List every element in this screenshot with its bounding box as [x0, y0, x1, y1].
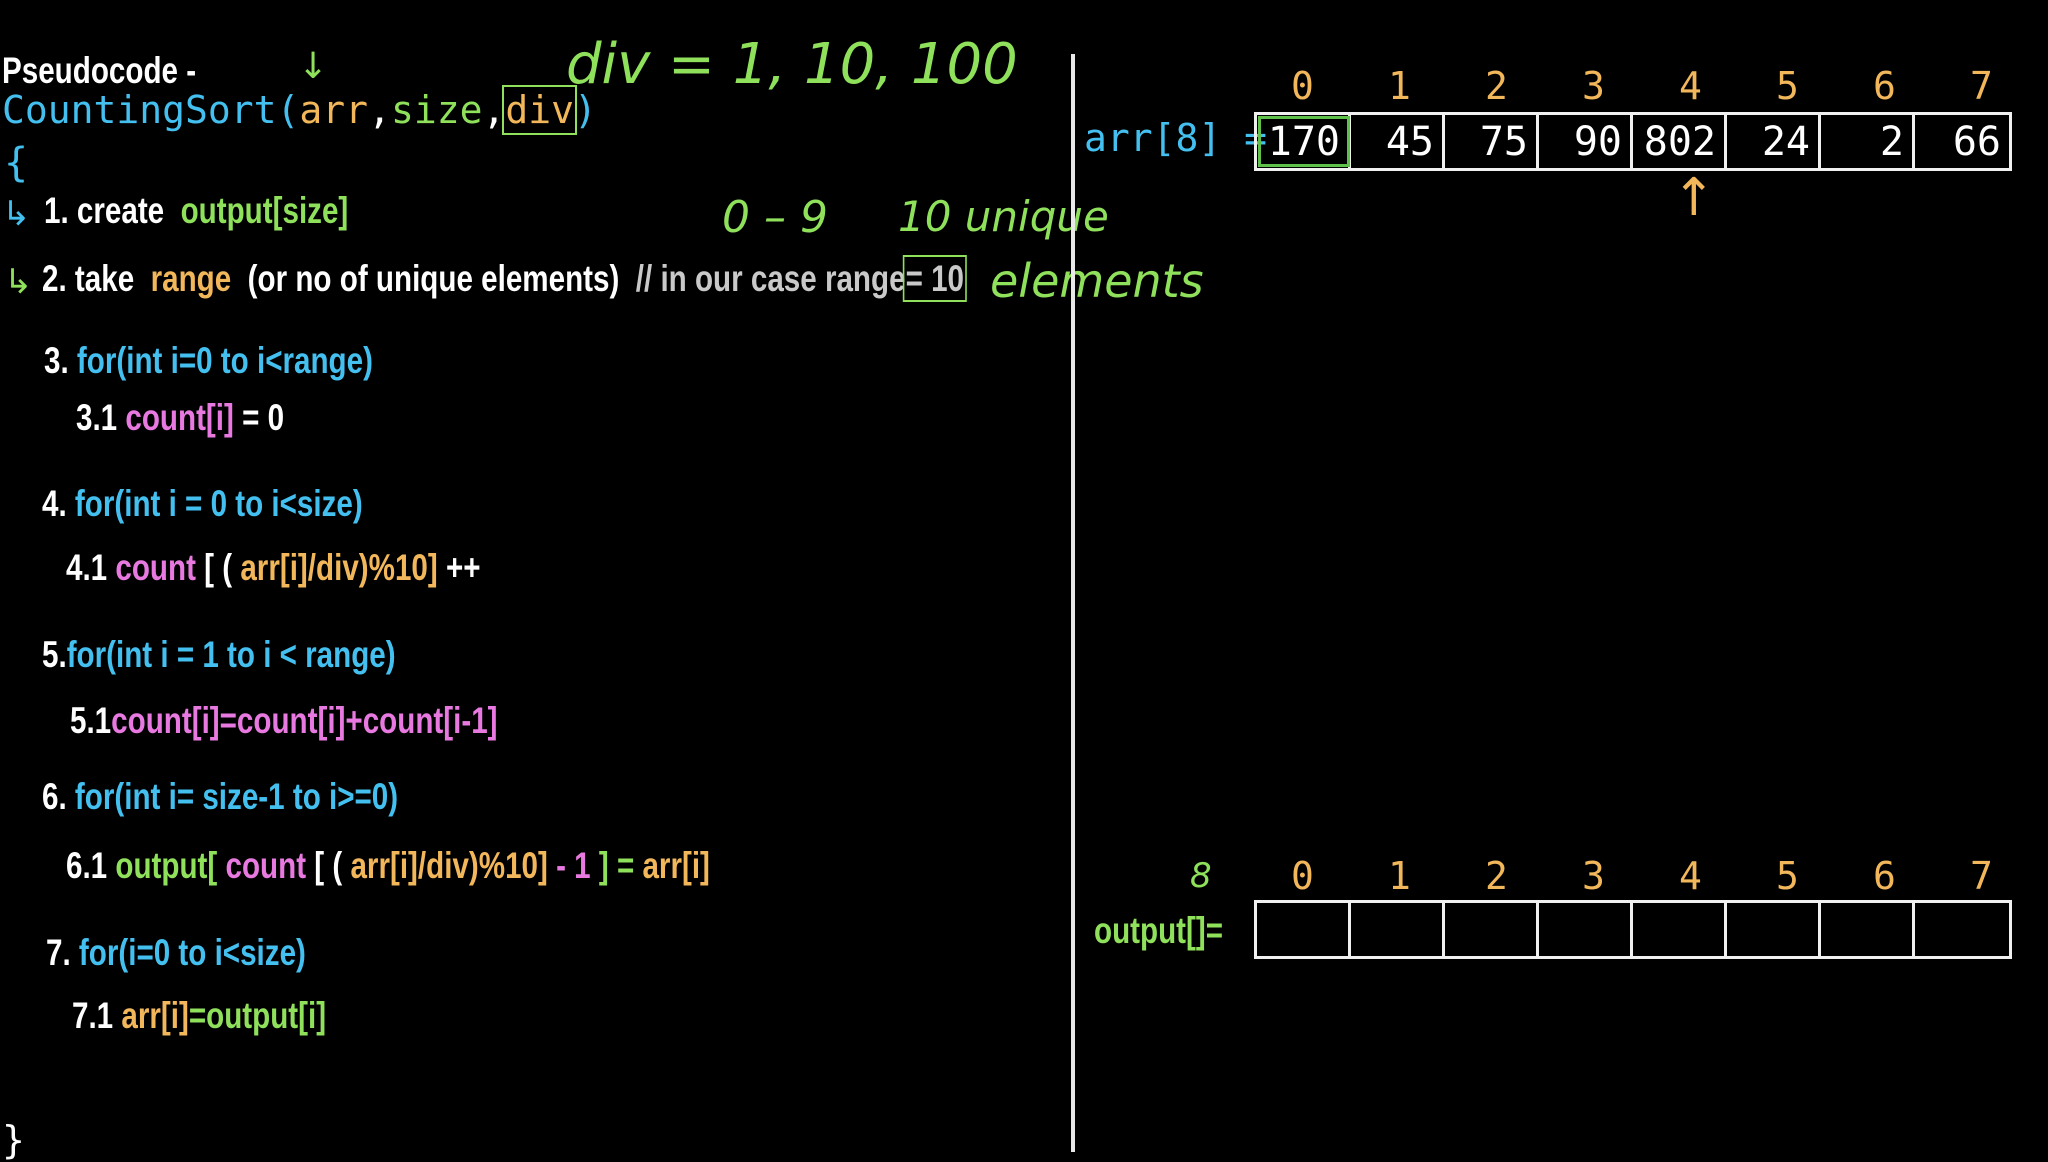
arr-index: 0 — [1291, 64, 1314, 108]
function-name: CountingSort( — [2, 88, 300, 132]
arr-cell: 802 — [1633, 115, 1727, 168]
vertical-divider — [1071, 54, 1075, 1152]
step-arrow-icon: ↳ — [2, 195, 31, 233]
step-7-1: 7.1 arr[i]=output[i] — [72, 995, 327, 1036]
arr-cell: 45 — [1351, 115, 1445, 168]
output-index: 5 — [1776, 854, 1799, 898]
arr-cell: 90 — [1539, 115, 1633, 168]
output-index: 0 — [1291, 854, 1314, 898]
step-6: 6. for(int i= size-1 to i>=0) — [42, 776, 399, 817]
output-table — [1254, 900, 2012, 959]
output-cell — [1257, 903, 1351, 956]
output-cell — [1821, 903, 1915, 956]
output-index: 3 — [1582, 854, 1605, 898]
step-arrow-icon: ↳ — [4, 263, 33, 301]
unique-note: 10 unique — [898, 192, 1109, 241]
output-cell — [1633, 903, 1727, 956]
step-5: 5.for(int i = 1 to i < range) — [42, 634, 396, 675]
param-div: div — [502, 85, 577, 135]
step-2: 2. take range (or no of unique elements)… — [42, 255, 967, 302]
step-3: 3. for(int i=0 to i<range) — [44, 340, 373, 381]
arr-index: 5 — [1776, 64, 1799, 108]
output-size-note: 8 — [1190, 856, 1212, 896]
step-3-1: 3.1 count[i] = 0 — [76, 397, 285, 438]
arr-cell: 24 — [1727, 115, 1821, 168]
arr-index: 2 — [1485, 64, 1508, 108]
output-cell — [1539, 903, 1633, 956]
output-cell — [1445, 903, 1539, 956]
arr-index-row: 0 1 2 3 4 5 6 7 — [1254, 64, 2030, 108]
down-arrow-icon: ↓ — [298, 46, 329, 87]
range-value: = 10 — [903, 255, 967, 302]
param-arr: arr — [299, 88, 369, 132]
elements-note: elements — [990, 254, 1204, 308]
pseudocode-heading: Pseudocode - — [2, 50, 197, 91]
output-index: 4 — [1679, 854, 1702, 898]
arr-label: arr[8] = — [1084, 116, 1268, 160]
open-brace: { — [4, 140, 29, 186]
up-arrow-icon: ↑ — [1672, 168, 1716, 228]
arr-cell: 75 — [1445, 115, 1539, 168]
output-index-row: 0 1 2 3 4 5 6 7 — [1254, 854, 2030, 898]
range-digits-note: 0 – 9 — [722, 192, 828, 243]
output-index: 2 — [1485, 854, 1508, 898]
output-index: 7 — [1970, 854, 1993, 898]
arr-cell: 170 — [1257, 115, 1351, 168]
step-7: 7. for(i=0 to i<size) — [46, 932, 306, 973]
function-signature: CountingSort(arr,size,div) — [2, 85, 597, 135]
arr-index: 3 — [1582, 64, 1605, 108]
step-6-1: 6.1 output[ count [ ( arr[i]/div)%10] - … — [66, 845, 710, 886]
output-cell — [1915, 903, 2009, 956]
step-4-1: 4.1 count [ ( arr[i]/div)%10] ++ — [66, 547, 481, 588]
output-index: 6 — [1873, 854, 1896, 898]
output-cell — [1351, 903, 1445, 956]
output-cell — [1727, 903, 1821, 956]
step-1: 1. create output[size] — [44, 190, 349, 231]
arr-cell: 2 — [1821, 115, 1915, 168]
output-label: output[]= — [1094, 910, 1224, 951]
arr-index: 6 — [1873, 64, 1896, 108]
step-4: 4. for(int i = 0 to i<size) — [42, 483, 363, 524]
step-5-1: 5.1count[i]=count[i]+count[i-1] — [70, 700, 498, 741]
arr-table: 170 45 75 90 802 24 2 66 — [1254, 112, 2012, 171]
arr-cell: 66 — [1952, 118, 2001, 165]
close-brace: } — [2, 1118, 25, 1162]
arr-index: 4 — [1679, 64, 1702, 108]
param-size: size — [390, 88, 483, 132]
output-index: 1 — [1388, 854, 1411, 898]
arr-index: 1 — [1388, 64, 1411, 108]
div-values-note: div = 1, 10, 100 — [566, 32, 1018, 97]
arr-index: 7 — [1970, 64, 1993, 108]
